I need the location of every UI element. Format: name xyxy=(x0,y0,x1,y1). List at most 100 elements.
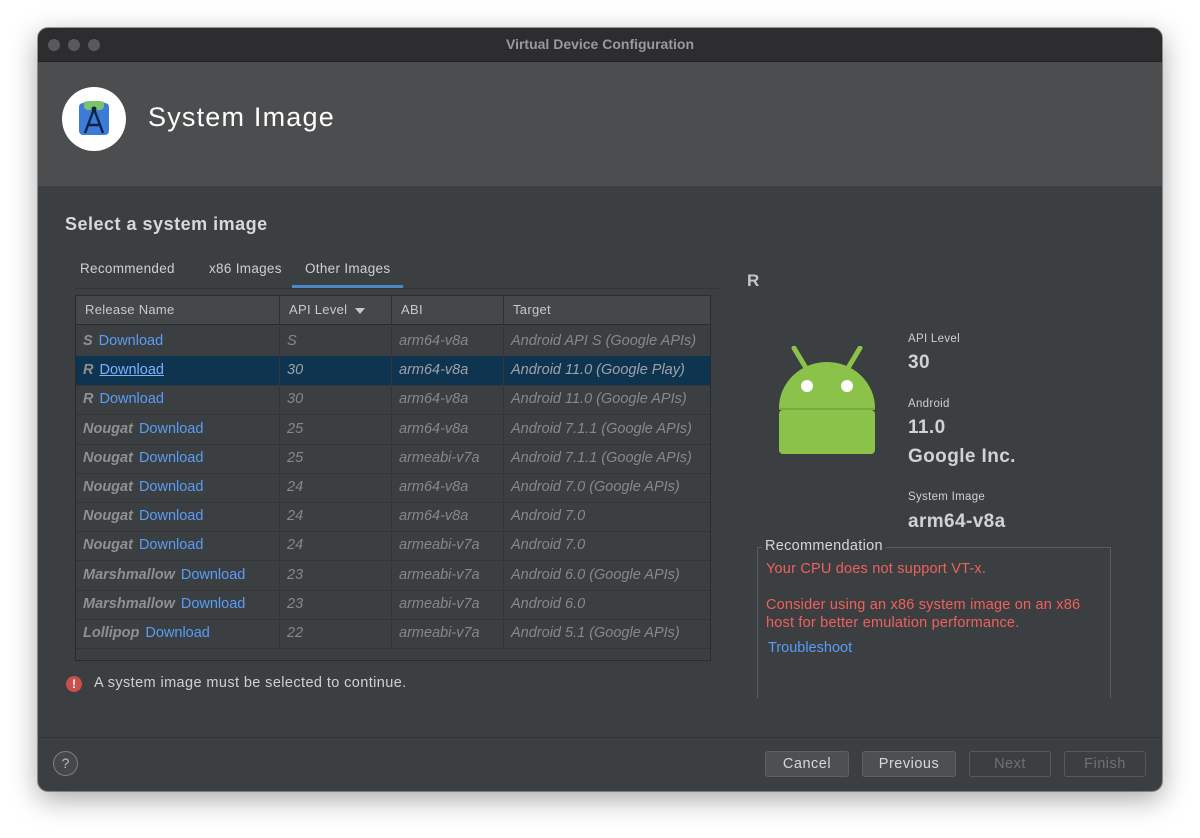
api-level-value: 30 xyxy=(908,352,930,373)
download-link[interactable]: Download xyxy=(99,362,164,378)
api-level-cell: 23 xyxy=(280,560,392,590)
window-title: Virtual Device Configuration xyxy=(506,36,694,52)
release-cell: Nougat Download xyxy=(76,502,280,532)
release-cell: Nougat Download xyxy=(76,414,280,444)
table-row[interactable]: Nougat Download 25 arm64-v8a Android 7.1.1 (… xyxy=(76,414,710,445)
target-cell: Android 7.1.1 (Google APIs) xyxy=(511,420,692,437)
recommendation-title: Recommendation xyxy=(762,538,886,554)
download-link[interactable]: Download xyxy=(139,450,204,466)
abi-cell: arm64-v8a xyxy=(392,385,504,415)
table-row[interactable]: Marshmallow Download 23 armeabi-v7a Android … xyxy=(76,560,710,591)
target-cell: Android 6.0 xyxy=(511,595,586,612)
tab-recommended[interactable]: Recommended xyxy=(80,254,175,287)
abi-cell: armeabi-v7a xyxy=(392,560,504,590)
release-cell: Nougat Download xyxy=(76,443,280,473)
next-button[interactable]: Next xyxy=(969,751,1051,777)
release-cell: Nougat Download xyxy=(76,531,280,561)
previous-button[interactable]: Previous xyxy=(862,751,956,777)
release-name: Marshmallow xyxy=(83,595,175,612)
api-level-cell: S xyxy=(280,327,392,356)
download-link[interactable]: Download xyxy=(139,508,204,524)
api-level-cell: 30 xyxy=(280,356,392,386)
download-link[interactable]: Download xyxy=(139,479,204,495)
table-row[interactable]: R Download 30 arm64-v8a Android 11.0 (Google… xyxy=(76,385,710,416)
finish-button[interactable]: Finish xyxy=(1064,751,1146,777)
tab-other-images[interactable]: Other Images xyxy=(292,254,404,288)
column-api-level[interactable]: API Level xyxy=(280,296,392,324)
table-row[interactable]: Nougat Download 25 armeabi-v7a Android 7.1.1… xyxy=(76,443,710,474)
release-name: Nougat xyxy=(83,449,133,466)
vendor-value: Google Inc. xyxy=(908,446,1016,467)
table-row[interactable]: R Download 30 arm64-v8a Android 11.0 (Google… xyxy=(76,356,710,387)
release-cell: Nougat Download xyxy=(76,473,280,502)
target-cell: Android 7.0 (Google APIs) xyxy=(511,479,680,495)
column-release-name[interactable]: Release Name xyxy=(76,296,280,324)
tab-x86-images[interactable]: x86 Images xyxy=(209,254,282,287)
table-row[interactable]: Lollipop Download 22 armeabi-v7a Android 5.1… xyxy=(76,619,710,649)
abi-cell: armeabi-v7a xyxy=(392,589,504,619)
title-bar: Virtual Device Configuration xyxy=(38,28,1162,62)
table-row[interactable]: Marshmallow Download 23 armeabi-v7a Android … xyxy=(76,589,710,620)
download-link[interactable]: Download xyxy=(139,421,204,437)
download-link[interactable]: Download xyxy=(181,596,246,612)
release-cell: Marshmallow Download xyxy=(76,560,280,590)
android-robot-icon xyxy=(779,346,875,454)
release-cell: Lollipop Download xyxy=(76,619,280,648)
table-header: Release Name API Level ABI Target xyxy=(76,296,710,325)
android-studio-logo-icon xyxy=(62,87,126,151)
x86-suggestion: Consider using an x86 system image on an… xyxy=(766,597,1081,631)
system-image-label: System Image xyxy=(908,491,986,503)
download-link[interactable]: Download xyxy=(139,537,204,553)
release-name: Nougat xyxy=(83,537,133,554)
table-row[interactable]: Nougat Download 24 armeabi-v7a Android 7.0 xyxy=(76,531,710,562)
error-icon: ! xyxy=(66,676,82,692)
abi-cell: armeabi-v7a xyxy=(392,443,504,473)
vtx-warning: Your CPU does not support VT-x. xyxy=(766,561,987,577)
release-name: Nougat xyxy=(83,420,133,437)
table-row[interactable]: Nougat Download 24 arm64-v8a Android 7.0 xyxy=(76,502,710,533)
abi-cell: armeabi-v7a xyxy=(392,619,504,648)
api-level-cell: 22 xyxy=(280,619,392,648)
system-image-table: Release Name API Level ABI Target S Downl… xyxy=(75,295,711,661)
cancel-button[interactable]: Cancel xyxy=(765,751,849,777)
release-name: Nougat xyxy=(83,479,133,495)
footer-divider xyxy=(38,737,1162,738)
target-cell: Android 5.1 (Google APIs) xyxy=(511,625,680,641)
column-abi[interactable]: ABI xyxy=(392,296,504,324)
column-target[interactable]: Target xyxy=(504,296,710,324)
download-link[interactable]: Download xyxy=(145,625,210,641)
target-cell: Android 7.0 xyxy=(511,508,586,525)
release-name: R xyxy=(83,362,94,379)
sort-desc-icon xyxy=(355,307,366,314)
api-level-cell: 25 xyxy=(280,443,392,473)
troubleshoot-link[interactable]: Troubleshoot xyxy=(768,640,852,656)
target-cell: Android 6.0 (Google APIs) xyxy=(511,566,680,583)
page-header: System Image xyxy=(38,62,1162,186)
system-image-value: arm64-v8a xyxy=(908,511,1006,532)
release-name: Marshmallow xyxy=(83,566,175,583)
target-cell: Android 11.0 (Google APIs) xyxy=(511,391,687,408)
android-version-value: 11.0 xyxy=(908,417,946,438)
recommendation-box: Recommendation Your CPU does not support… xyxy=(757,538,1111,698)
api-level-cell: 25 xyxy=(280,414,392,444)
android-label: Android xyxy=(908,398,950,410)
abi-cell: arm64-v8a xyxy=(392,356,504,386)
release-cell: R Download xyxy=(76,356,280,386)
help-button[interactable]: ? xyxy=(53,751,78,776)
section-title: Select a system image xyxy=(65,214,268,234)
release-name: S xyxy=(83,333,93,349)
release-cell: Marshmallow Download xyxy=(76,589,280,619)
abi-cell: arm64-v8a xyxy=(392,502,504,532)
release-cell: R Download xyxy=(76,385,280,415)
api-level-cell: 30 xyxy=(280,385,392,415)
release-name: Lollipop xyxy=(83,625,140,641)
download-link[interactable]: Download xyxy=(181,567,246,583)
download-link[interactable]: Download xyxy=(99,391,164,407)
table-row[interactable]: S Download Sarm64-v8a Android API S (Google… xyxy=(76,327,710,357)
table-row[interactable]: Nougat Download 24 arm64-v8a Android 7.0 (Go… xyxy=(76,473,710,503)
release-cell: S Download xyxy=(76,327,280,356)
abi-cell: arm64-v8a xyxy=(392,327,504,356)
target-cell: Android API S (Google APIs) xyxy=(511,333,697,349)
image-tabs: Recommended x86 Images Other Images xyxy=(75,254,719,289)
download-link[interactable]: Download xyxy=(99,333,164,349)
